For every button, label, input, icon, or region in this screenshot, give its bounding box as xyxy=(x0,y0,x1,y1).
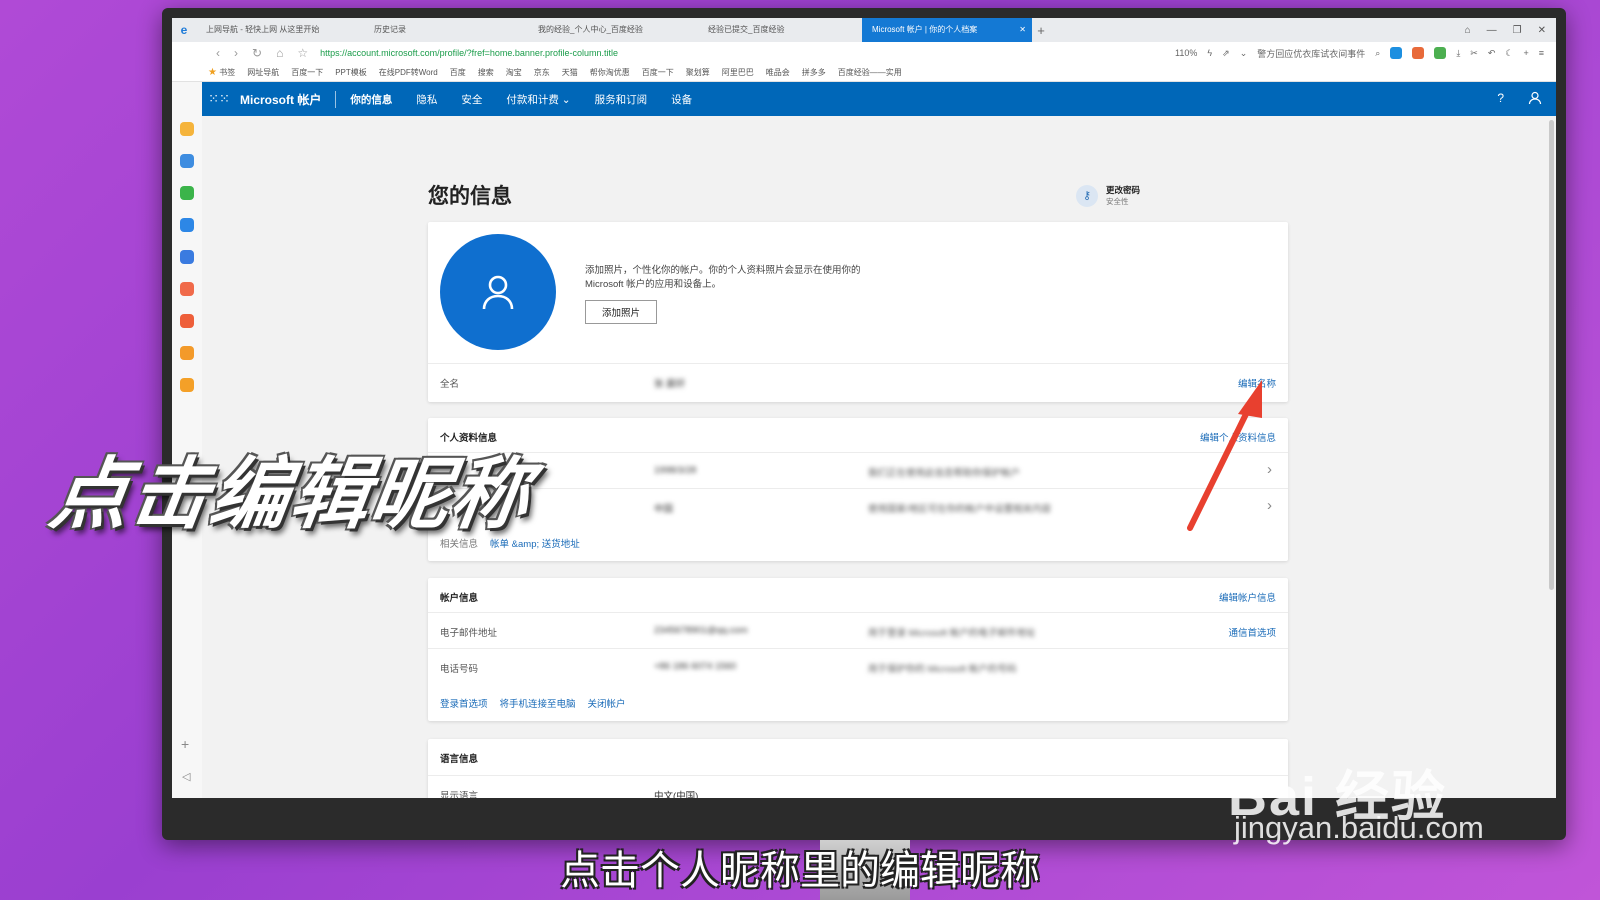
subtitle: 点击个人昵称里的编辑昵称 xyxy=(560,849,1040,893)
big-caption: 点击编辑昵称 xyxy=(44,450,538,538)
